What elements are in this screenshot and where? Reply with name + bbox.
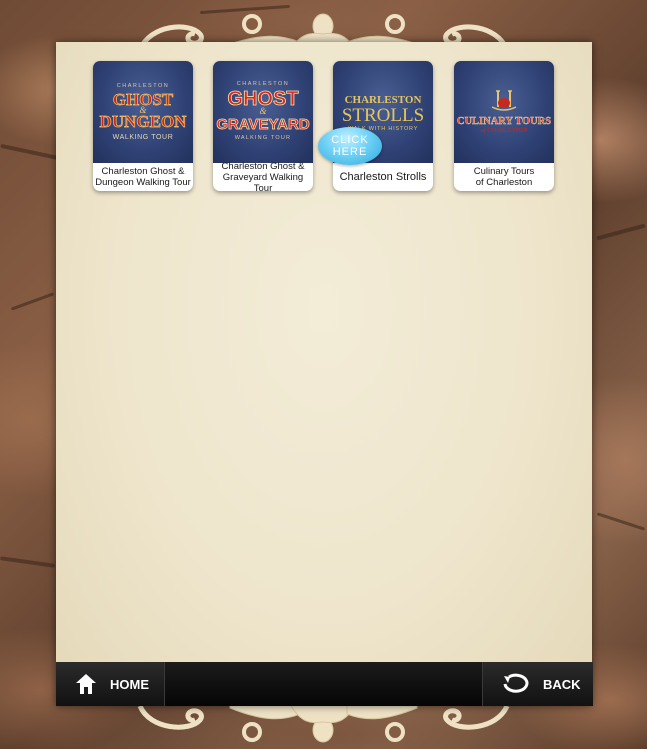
svg-text:STROLLS: STROLLS — [342, 105, 424, 126]
tour-tile-ghost-dungeon[interactable]: CHARLESTON GHOST & DUNGEON WALKING TOUR … — [93, 61, 193, 191]
tour-caption: Charleston Ghost & Dungeon Walking Tour — [95, 166, 191, 188]
back-arrow-icon — [503, 673, 529, 693]
home-icon — [76, 674, 96, 694]
click-here-badge[interactable]: CLICK HERE — [318, 127, 382, 165]
svg-text:CHARLESTON: CHARLESTON — [237, 81, 290, 87]
rock-seam — [596, 223, 646, 241]
tour-caption: Culinary Tours of Charleston — [473, 166, 535, 188]
tour-logo-ghost-dungeon: CHARLESTON GHOST & DUNGEON WALKING TOUR — [93, 61, 193, 163]
svg-text:CULINARY TOURS: CULINARY TOURS — [457, 116, 551, 127]
svg-text:CHARLESTON: CHARLESTON — [117, 83, 170, 89]
svg-text:DUNGEON: DUNGEON — [100, 112, 188, 131]
rock-seam — [10, 292, 55, 311]
rock-seam — [0, 556, 56, 568]
tour-caption: Charleston Strolls — [339, 170, 427, 183]
svg-text:of CHARLESTON: of CHARLESTON — [480, 127, 528, 134]
scroll-ornament-bottom — [137, 703, 510, 743]
home-label: HOME — [110, 676, 149, 692]
svg-text:&: & — [259, 106, 266, 116]
rock-seam — [200, 4, 290, 15]
tour-tile-charleston-strolls[interactable]: CHARLESTON STROLLS WALK WITH HISTORY Cha… — [333, 61, 433, 191]
home-button[interactable]: HOME — [56, 662, 165, 706]
chef-utensils-icon — [491, 90, 517, 111]
tour-logo-ghost-graveyard: CHARLESTON GHOST & GRAVEYARD WALKING TOU… — [213, 61, 313, 163]
tour-logo-culinary-tours: CULINARY TOURS of CHARLESTON — [454, 61, 554, 163]
svg-text:WALKING TOUR: WALKING TOUR — [113, 134, 174, 141]
rock-seam — [596, 512, 646, 531]
back-button[interactable]: BACK — [482, 662, 593, 706]
tour-caption: Charleston Ghost & Graveyard Walking Tou… — [221, 160, 305, 192]
svg-text:GRAVEYARD: GRAVEYARD — [216, 116, 310, 133]
rock-seam — [0, 143, 60, 161]
svg-text:WALKING TOUR: WALKING TOUR — [235, 135, 291, 141]
tour-tile-ghost-graveyard[interactable]: CHARLESTON GHOST & GRAVEYARD WALKING TOU… — [213, 61, 313, 191]
tour-tile-culinary-tours[interactable]: CULINARY TOURS of CHARLESTON Culinary To… — [454, 61, 554, 191]
back-label: BACK — [543, 676, 581, 692]
